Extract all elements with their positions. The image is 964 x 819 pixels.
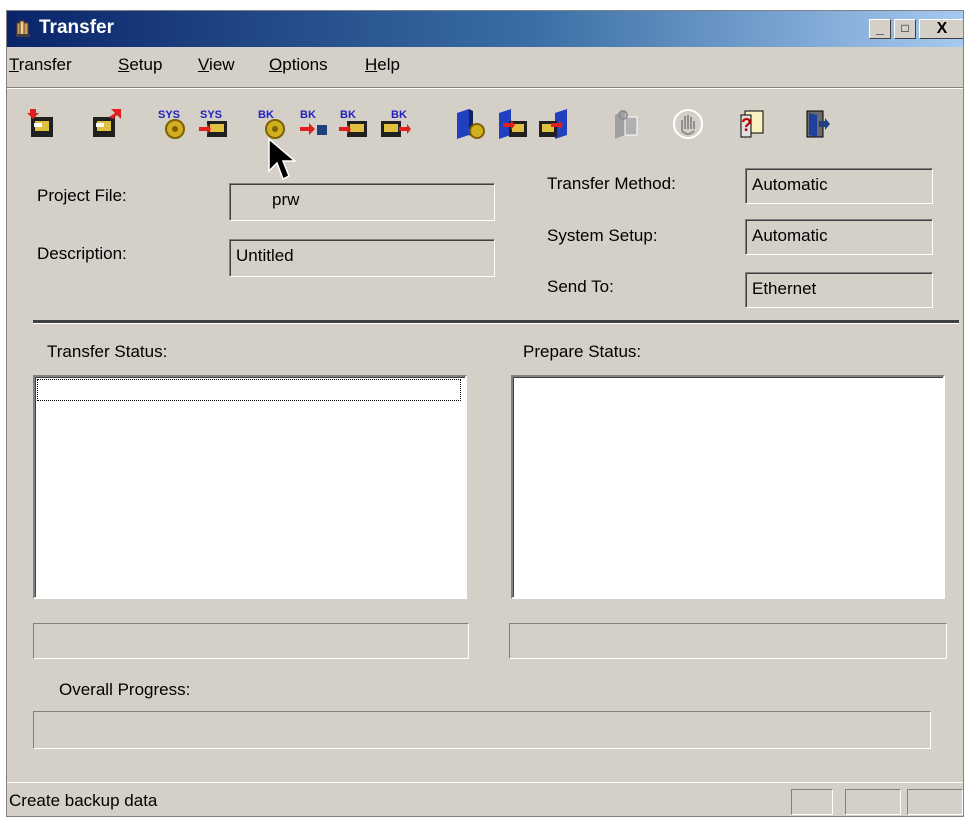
description-field: Untitled <box>229 239 495 277</box>
hand-stop-icon[interactable] <box>671 107 705 141</box>
close-button[interactable]: X <box>919 19 963 39</box>
prepare-status-list[interactable] <box>511 375 945 599</box>
exit-icon[interactable] <box>799 107 833 141</box>
sys-transfer-icon[interactable]: SYS <box>197 107 231 141</box>
status-panel-3 <box>907 789 963 815</box>
svg-text:?: ? <box>741 115 752 135</box>
description-label: Description: <box>37 244 127 263</box>
menu-help-label: elp <box>377 55 400 74</box>
menu-separator <box>7 87 963 89</box>
overall-progress-bar <box>33 711 931 749</box>
menu-options-mnemonic: O <box>269 55 283 74</box>
transfer-method-label: Transfer Method: <box>547 174 676 193</box>
status-text: Create backup data <box>9 791 158 810</box>
bk-edit-icon[interactable]: BK <box>297 107 331 141</box>
prepare-progress-bar <box>509 623 947 659</box>
transfer-window: Transfer _ □ X Transfer Setup View Optio… <box>6 10 964 817</box>
prepare-status-label: Prepare Status: <box>523 342 642 361</box>
title-bar[interactable]: Transfer _ □ X <box>7 11 963 47</box>
bk-edit-label: BK <box>300 109 316 121</box>
overall-progress-label: Overall Progress: <box>59 680 191 699</box>
help-icon[interactable]: ? <box>735 107 769 141</box>
window-title: Transfer <box>39 17 114 38</box>
maximize-button[interactable]: □ <box>894 19 916 39</box>
app-icon <box>16 20 30 37</box>
minimize-button[interactable]: _ <box>869 19 891 39</box>
project-file-label: Project File: <box>37 186 127 205</box>
send-to-field: Ethernet <box>745 272 933 308</box>
system-setup-field: Automatic <box>745 219 933 255</box>
focus-row[interactable] <box>37 379 461 401</box>
menu-view-mnemonic: V <box>198 55 210 74</box>
mouse-cursor-icon <box>268 137 298 181</box>
transfer-out-icon[interactable] <box>89 107 123 141</box>
book-setup-icon[interactable] <box>453 107 487 141</box>
status-bar: Create backup data <box>7 782 963 816</box>
menu-view-label: iew <box>209 55 235 74</box>
bk-download-icon[interactable]: BK <box>337 107 371 141</box>
transfer-in-icon[interactable] <box>25 107 59 141</box>
send-to-label: Send To: <box>547 277 614 296</box>
book-download-icon[interactable] <box>495 107 529 141</box>
menu-transfer-mnemonic: T <box>9 55 19 74</box>
menu-help-mnemonic: H <box>365 55 378 74</box>
menu-options[interactable]: Options <box>269 55 328 75</box>
menu-transfer-label: ransfer <box>18 55 72 74</box>
bk-upload-label: BK <box>391 109 407 121</box>
menu-help[interactable]: Help <box>365 55 400 75</box>
menu-setup-mnemonic: S <box>118 55 130 74</box>
status-panel-1 <box>791 789 833 815</box>
menu-setup[interactable]: Setup <box>118 55 162 75</box>
book-upload-icon[interactable] <box>537 107 571 141</box>
sys-setup-icon[interactable]: SYS <box>155 107 189 141</box>
bk-create-icon[interactable]: BK <box>255 107 289 141</box>
menu-options-label: ptions <box>282 55 328 74</box>
bk-download-label: BK <box>340 109 356 121</box>
transfer-method-field: Automatic <box>745 168 933 204</box>
disabled-gear-icon[interactable] <box>609 107 643 141</box>
transfer-status-label: Transfer Status: <box>47 342 168 361</box>
bk-upload-icon[interactable]: BK <box>379 107 413 141</box>
project-file-field: prw <box>229 183 495 221</box>
bk-create-label: BK <box>258 109 274 121</box>
system-setup-label: System Setup: <box>547 226 658 245</box>
status-panel-2 <box>845 789 901 815</box>
section-divider <box>33 320 959 324</box>
transfer-status-list[interactable] <box>33 375 467 599</box>
menu-setup-label: etup <box>129 55 163 74</box>
sys-transfer-label: SYS <box>200 109 222 121</box>
menu-view[interactable]: View <box>198 55 235 75</box>
menu-transfer[interactable]: Transfer <box>9 55 72 75</box>
transfer-progress-bar <box>33 623 469 659</box>
